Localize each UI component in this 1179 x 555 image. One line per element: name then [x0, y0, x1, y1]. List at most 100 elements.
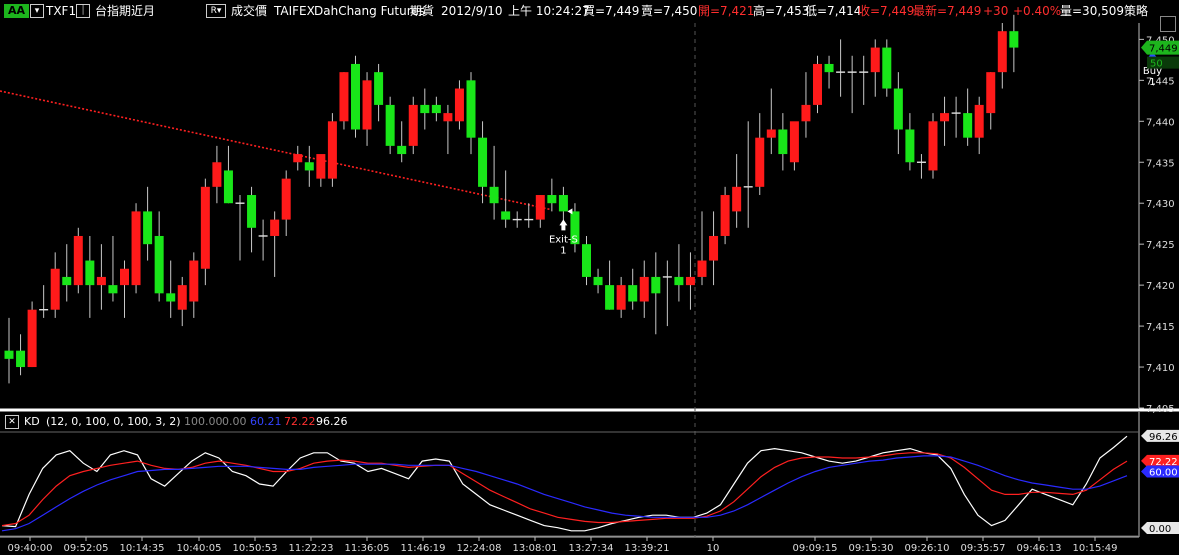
kd-axis-label: 0.00 [1149, 524, 1171, 535]
candle-body [940, 113, 950, 122]
candle-body [535, 195, 545, 220]
candle-body [408, 104, 418, 146]
candle-body [801, 104, 811, 122]
signal-label: Exit-S [549, 234, 578, 245]
candle-body [85, 260, 95, 286]
candle-body [200, 186, 210, 269]
time-tick-label: 09:40:00 [8, 543, 53, 554]
chart-window: AA ▾ TXF1 ⏐ 台指期近月 R▾ 成交價 TAIFEX DahChang… [0, 0, 1179, 555]
candle-body [685, 276, 695, 286]
candle-body [316, 154, 326, 179]
candle-body [443, 113, 453, 122]
candle-body [385, 104, 395, 146]
candle-body [813, 63, 822, 105]
price-tick-label: 7,410 [1146, 363, 1175, 374]
candle-body [431, 104, 441, 114]
candle-body [697, 260, 707, 277]
candle-body [50, 268, 60, 310]
price-tick-label: 7,405 [1146, 404, 1175, 415]
candle-body [755, 137, 765, 187]
time-tick-label: 10 [707, 543, 720, 554]
candle-body [824, 63, 834, 73]
last-price-label: 7,449 [1149, 44, 1178, 55]
time-tick-label: 13:27:34 [569, 543, 614, 554]
time-tick-label: 11:22:23 [289, 543, 334, 554]
candle-body [420, 104, 430, 114]
candle-body [62, 276, 72, 286]
kd-d-line-red [1, 452, 1128, 527]
candle-body [963, 113, 973, 138]
kd-value-1: 100.00 [184, 415, 223, 428]
time-tick-label: 10:40:05 [177, 543, 222, 554]
time-tick-label: 13:39:21 [625, 543, 670, 554]
candle-body [928, 121, 938, 171]
candle-body [882, 47, 892, 89]
candle-body [304, 162, 314, 171]
candle-body [16, 350, 26, 368]
candle-body [789, 121, 799, 163]
candle-body [397, 145, 407, 155]
candle-body [143, 211, 153, 245]
candle-body [120, 268, 129, 286]
candle-body [489, 186, 499, 204]
candle-body [732, 186, 742, 212]
candle-body [454, 88, 464, 122]
candle-body [327, 121, 337, 179]
candle-body [351, 63, 360, 130]
time-tick-label: 09:15:30 [849, 543, 894, 554]
candle-body [720, 195, 730, 236]
candle-body [293, 154, 303, 163]
candle-body [1009, 31, 1019, 48]
time-tick-label: 09:52:05 [64, 543, 109, 554]
candle-body [223, 170, 233, 204]
time-tick-label: 11:36:05 [345, 543, 390, 554]
candle-body [905, 129, 915, 163]
time-tick-label: 10:14:35 [120, 543, 165, 554]
candle-body [466, 80, 476, 138]
exit-marker-icon [567, 208, 573, 215]
candle-body [639, 276, 649, 302]
close-icon[interactable]: ✕ [5, 415, 19, 429]
candle-body [4, 350, 14, 359]
candle-body [974, 104, 984, 138]
candle-body [778, 129, 788, 155]
exit-short-arrow-icon [559, 219, 568, 231]
price-tick-label: 7,420 [1146, 281, 1175, 292]
candle-body [374, 72, 384, 105]
time-tick-label: 11:46:19 [401, 543, 446, 554]
price-tick-label: 7,440 [1146, 117, 1175, 128]
candle-body [73, 235, 83, 286]
time-tick-label: 09:26:10 [905, 543, 950, 554]
kd-axis-label: 60.00 [1149, 468, 1178, 479]
candle-body [281, 178, 291, 220]
time-tick-label: 09:46:13 [1017, 543, 1062, 554]
candle-body [709, 235, 719, 261]
candle-body [997, 31, 1007, 73]
kd-value-5: 96.26 [316, 415, 348, 428]
signal-qty: 1 [1149, 77, 1155, 88]
price-tick-label: 7,415 [1146, 322, 1175, 333]
candle-body [547, 195, 557, 204]
candle-body [616, 285, 626, 310]
time-tick-label: 10:15:49 [1073, 543, 1118, 554]
candle-body [362, 80, 372, 130]
price-tick-label: 7,435 [1146, 158, 1175, 169]
candle-body [166, 293, 176, 302]
price-tick-label: 7,425 [1146, 240, 1175, 251]
candle-body [766, 129, 776, 138]
candle-body [247, 195, 257, 228]
candle-body [605, 285, 615, 310]
kd-value-3: 60.21 [250, 415, 282, 428]
signal-qty: 1 [560, 245, 566, 256]
price-chart: 7,4507,4457,4407,4357,4307,4257,4207,415… [0, 14, 1179, 554]
candle-body [212, 162, 222, 187]
candle-body [986, 72, 996, 114]
kd-d-line-blue [1, 455, 1128, 532]
candle-body [651, 276, 661, 294]
time-tick-label: 09:35:57 [961, 543, 1006, 554]
kd-k-line [1, 435, 1128, 532]
candle-body [582, 244, 591, 277]
candle-body [628, 285, 638, 302]
time-tick-label: 12:24:08 [457, 543, 502, 554]
candle-body [593, 276, 603, 286]
